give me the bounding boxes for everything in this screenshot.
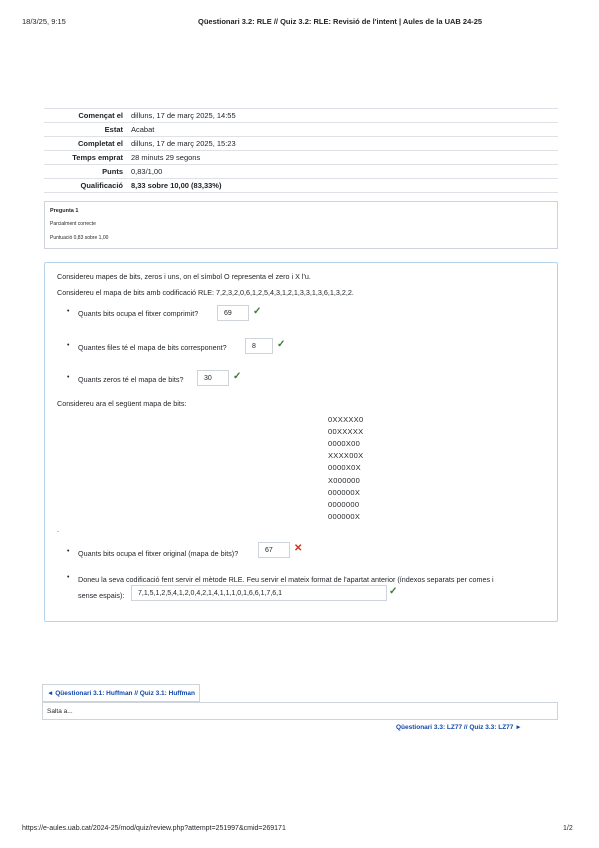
- item2-text: Quantes files té el mapa de bits corresp…: [78, 343, 227, 352]
- question-mark: Puntuació 0,83 sobre 1,00: [50, 235, 109, 241]
- summary-value: 0,83/1,00: [128, 164, 558, 179]
- summary-label: Estat: [44, 122, 128, 137]
- question-info: Pregunta 1 Parcialment correcte Puntuaci…: [44, 201, 558, 249]
- summary-value: 8,33 sobre 10,00 (83,33%): [128, 178, 558, 193]
- item5-text-line2: sense espais):: [78, 591, 125, 600]
- item3-text: Quants zeros té el mapa de bits?: [78, 375, 184, 384]
- stray-dot: .: [57, 525, 59, 534]
- summary-row: Estat Acabat: [44, 122, 558, 137]
- footer-page-number: 1/2: [563, 825, 573, 832]
- summary-value: Acabat: [128, 122, 558, 137]
- correct-check-icon: ✓: [277, 339, 286, 350]
- correct-check-icon: ✓: [253, 306, 262, 317]
- question-status: Parcialment correcte: [50, 221, 96, 227]
- rle-intro: Considereu el mapa de bits amb codificac…: [57, 288, 354, 297]
- bullet: •: [67, 548, 70, 555]
- summary-label: Qualificació: [44, 178, 128, 193]
- question-content: Considereu mapes de bits, zeros i uns, o…: [44, 262, 558, 622]
- correct-check-icon: ✓: [233, 371, 242, 382]
- summary-value: dilluns, 17 de març 2025, 15:23: [128, 136, 558, 151]
- bitmap-row: 0XXXXX0: [328, 415, 364, 424]
- bitmap-row: 0000X0X: [328, 463, 361, 472]
- print-title: Qüestionari 3.2: RLE // Quiz 3.2: RLE: R…: [198, 17, 483, 26]
- summary-row: Qualificació 8,33 sobre 10,00 (83,33%): [44, 178, 558, 193]
- bitmap-row: X000000: [328, 476, 361, 485]
- bullet: •: [67, 574, 70, 581]
- print-datetime: 18/3/25, 9:15: [22, 17, 66, 26]
- item4-text: Quants bits ocupa el fitxer original (ma…: [78, 549, 239, 558]
- footer-url: https://e-aules.uab.cat/2024-25/mod/quiz…: [22, 825, 286, 832]
- item5-text-line1: Doneu la seva codificació fent servir el…: [78, 575, 494, 584]
- summary-value: dilluns, 17 de març 2025, 14:55: [128, 108, 558, 123]
- bullet: •: [67, 342, 70, 349]
- summary-label: Completat el: [44, 136, 128, 151]
- question-intro: Considereu mapes de bits, zeros i uns, o…: [57, 272, 311, 281]
- bitmap-intro: Considereu ara el següent mapa de bits:: [57, 399, 187, 408]
- prev-activity-link[interactable]: ◄ Qüestionari 3.1: Huffman // Quiz 3.1: …: [42, 684, 201, 702]
- summary-label: Temps emprat: [44, 150, 128, 165]
- item1-answer-field[interactable]: 69: [217, 305, 249, 321]
- bitmap-row: 000000X: [328, 512, 361, 521]
- attempt-summary-table: Començat el dilluns, 17 de març 2025, 14:…: [44, 108, 558, 193]
- summary-row: Temps emprat 28 minuts 29 segons: [44, 150, 558, 165]
- print-header: 18/3/25, 9:15 Qüestionari 3.2: RLE // Qu…: [0, 0, 599, 30]
- summary-value: 28 minuts 29 segons: [128, 150, 558, 165]
- bitmap-row: 0000X00: [328, 439, 361, 448]
- bitmap-row: XXXX00X: [328, 451, 364, 460]
- bitmap-row: 0000000: [328, 500, 360, 509]
- item1-text: Quants bits ocupa el fitxer comprimit?: [78, 309, 199, 318]
- question-number: Pregunta 1: [50, 208, 79, 214]
- bitmap-row: 000000X: [328, 488, 361, 497]
- bullet: •: [67, 308, 70, 315]
- incorrect-cross-icon: ✕: [294, 543, 303, 554]
- summary-row: Punts 0,83/1,00: [44, 164, 558, 179]
- bullet: •: [67, 374, 70, 381]
- summary-label: Punts: [44, 164, 128, 179]
- item3-answer-field[interactable]: 30: [197, 370, 229, 386]
- item4-answer-field[interactable]: 67: [258, 542, 290, 558]
- summary-label: Començat el: [44, 108, 128, 123]
- next-activity-link[interactable]: Qüestionari 3.3: LZ77 // Quiz 3.3: LZ77 …: [396, 724, 522, 731]
- jump-to-select[interactable]: Salta a...: [42, 702, 558, 720]
- bitmap-row: 00XXXXX: [328, 427, 364, 436]
- item2-answer-field[interactable]: 8: [245, 338, 273, 354]
- item5-answer-field[interactable]: 7,1,5,1,2,5,4,1,2,0,4,2,1,4,1,1,1,0,1,6,…: [131, 585, 387, 601]
- summary-row: Completat el dilluns, 17 de març 2025, 15…: [44, 136, 558, 151]
- correct-check-icon: ✓: [389, 586, 398, 597]
- summary-row: Començat el dilluns, 17 de març 2025, 14:…: [44, 108, 558, 123]
